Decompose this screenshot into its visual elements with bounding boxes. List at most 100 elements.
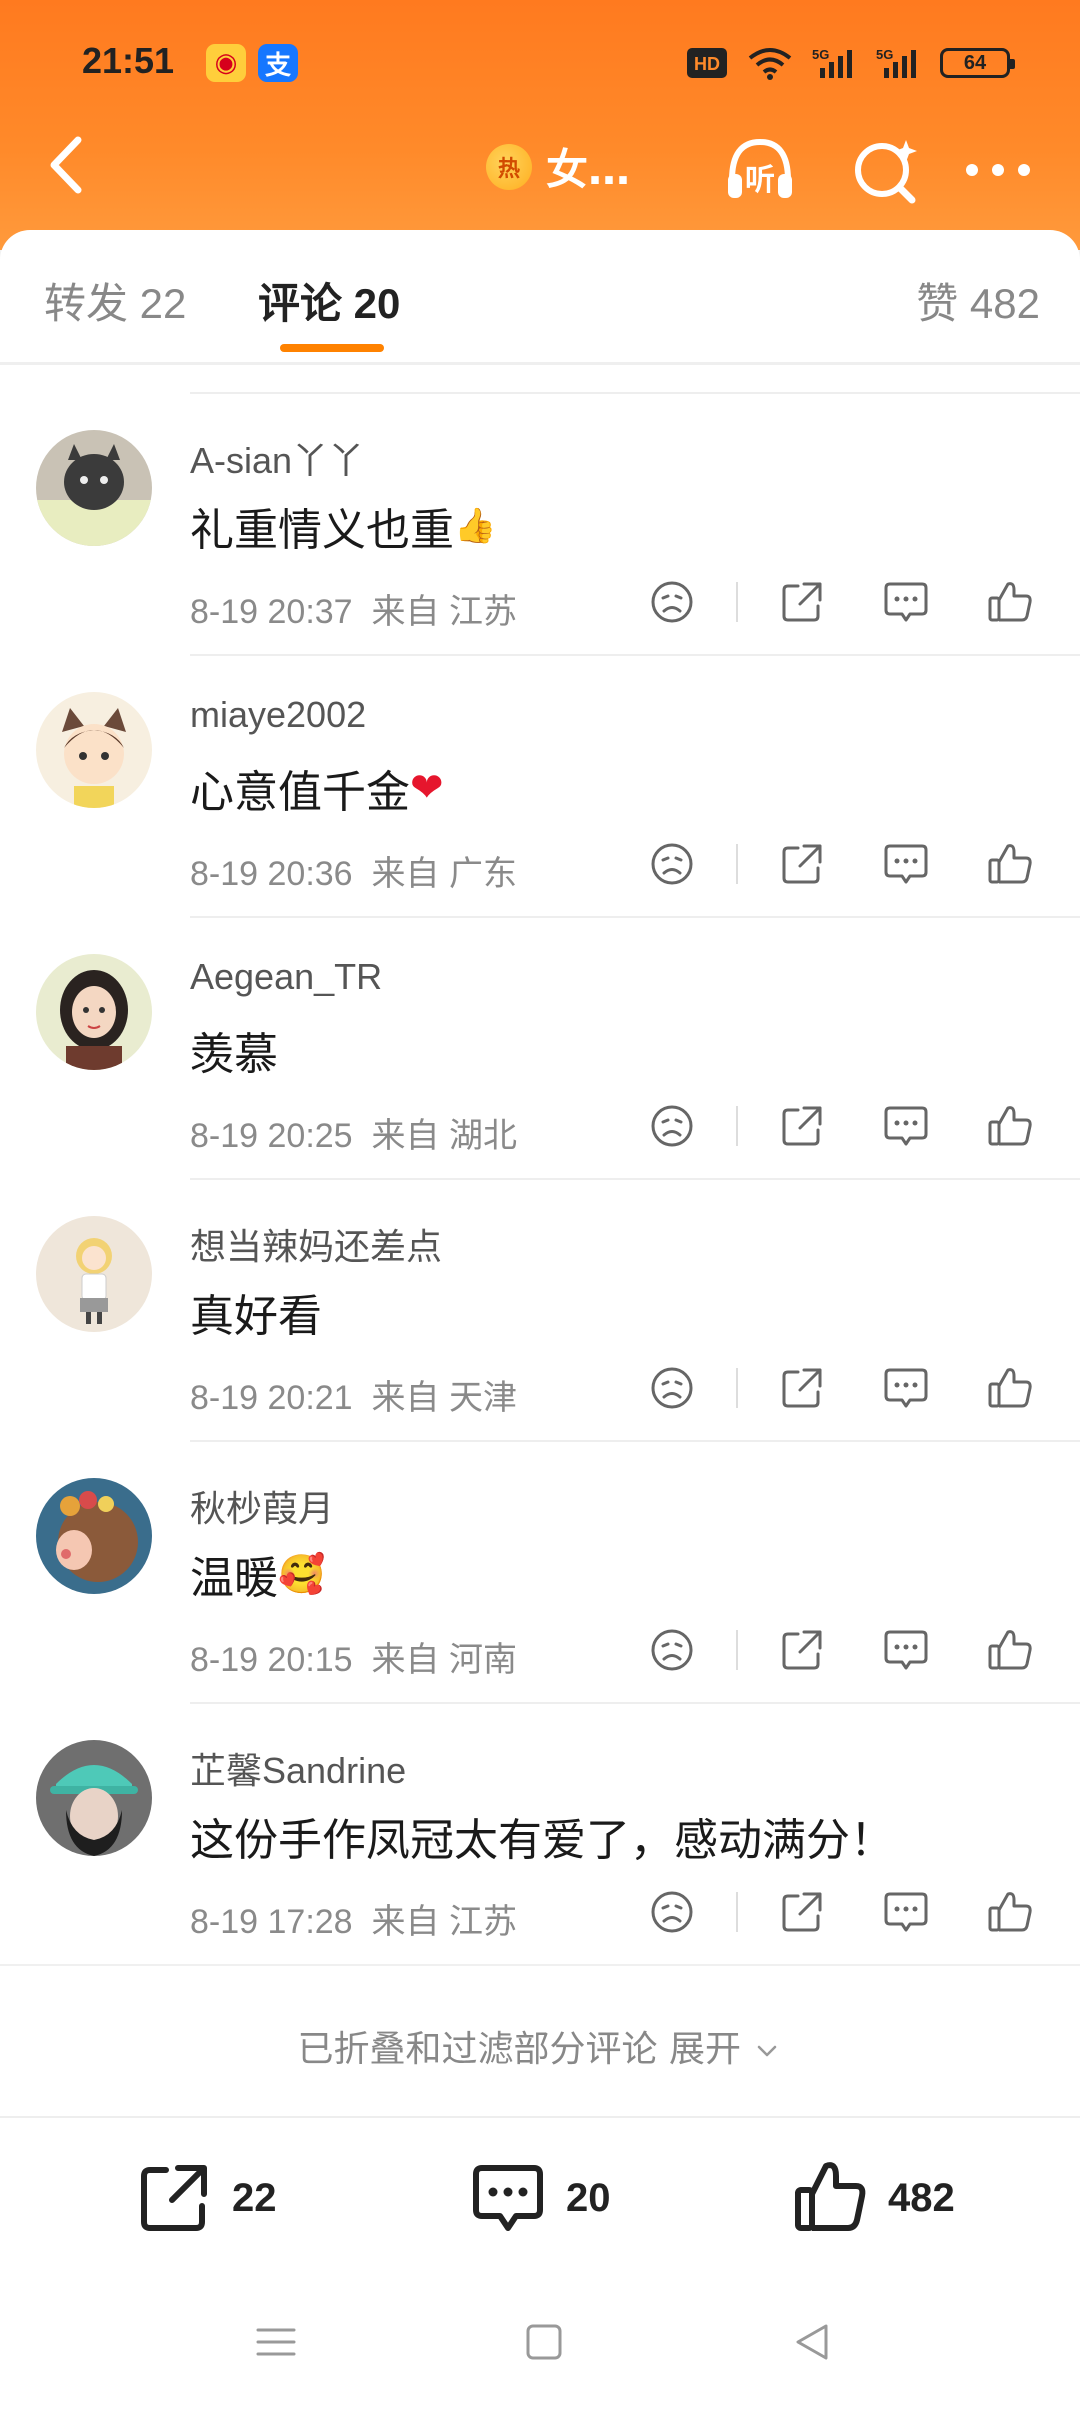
listen-button[interactable]: 听	[720, 130, 800, 210]
share-icon	[782, 1892, 822, 1932]
comment-bubble-icon	[473, 2165, 543, 2231]
dislike-button[interactable]	[646, 576, 698, 628]
dislike-button[interactable]	[646, 1624, 698, 1676]
chevron-left-icon	[50, 136, 82, 194]
comment-item[interactable]: A-sian丫丫 礼重情义也重 👍 8-19 20:37 来自 江苏	[0, 394, 1080, 656]
reply-button[interactable]	[880, 838, 932, 890]
more-dots-icon	[966, 164, 1030, 176]
tab-repost[interactable]: 转发 22	[44, 270, 186, 331]
thumbs-up-icon	[988, 582, 1032, 622]
comment-text: 温暖	[190, 1553, 278, 1604]
avatar[interactable]	[36, 1478, 152, 1594]
username[interactable]: A-sian丫丫	[190, 432, 364, 484]
share-icon	[782, 1368, 822, 1408]
username[interactable]: Aegean_TR	[190, 956, 382, 998]
comment-bubble-icon	[884, 1106, 928, 1146]
system-back-button[interactable]	[782, 2312, 842, 2372]
listen-label: 听	[745, 163, 775, 198]
like-button[interactable]	[984, 576, 1036, 628]
dislike-button[interactable]	[646, 1100, 698, 1152]
sad-face-icon	[651, 1629, 693, 1671]
svg-text:5G: 5G	[812, 47, 829, 62]
avatar[interactable]	[36, 692, 152, 808]
thumbs-up-emoji: 👍	[454, 506, 497, 546]
reply-button[interactable]	[880, 1362, 932, 1414]
username[interactable]: 想当辣妈还差点	[190, 1218, 442, 1270]
like-button[interactable]	[984, 1100, 1036, 1152]
comment-text: 礼重情义也重	[190, 505, 454, 556]
share-button[interactable]	[776, 1362, 828, 1414]
square-icon	[526, 2324, 562, 2360]
more-button[interactable]	[958, 130, 1038, 210]
dislike-button[interactable]	[646, 838, 698, 890]
comment-text-row: 羡慕	[190, 1018, 278, 1082]
like-action-button[interactable]: 482	[790, 2158, 955, 2238]
action-separator	[736, 1630, 738, 1670]
comment-bubble-icon	[884, 1368, 928, 1408]
like-button[interactable]	[984, 1624, 1036, 1676]
action-separator	[736, 1106, 738, 1146]
comment-meta: 8-19 20:25 来自 湖北	[190, 1108, 517, 1157]
comment-bubble-icon	[884, 1892, 928, 1932]
recent-apps-button[interactable]	[246, 2312, 306, 2372]
comment-item[interactable]: Aegean_TR 羡慕 8-19 20:25 来自 湖北	[0, 918, 1080, 1180]
share-button[interactable]	[776, 838, 828, 890]
share-button[interactable]	[776, 1886, 828, 1938]
dislike-button[interactable]	[646, 1886, 698, 1938]
comment-time: 8-19 17:28	[190, 1903, 353, 1941]
comment-item[interactable]: 想当辣妈还差点 真好看 8-19 20:21 来自 天津	[0, 1180, 1080, 1442]
comment-time: 8-19 20:36	[190, 855, 353, 893]
battery-icon: 64	[940, 48, 1015, 78]
share-button[interactable]	[776, 576, 828, 628]
collapse-row: 已折叠和过滤部分评论 展开	[0, 2020, 1080, 2072]
back-button[interactable]	[40, 130, 100, 200]
comment-text-row: 温暖 🥰	[190, 1542, 325, 1606]
like-button[interactable]	[984, 1362, 1036, 1414]
comment-item[interactable]: 秋杪葭月 温暖 🥰 8-19 20:15 来自 河南	[0, 1442, 1080, 1704]
comment-meta: 8-19 20:37 来自 江苏	[190, 584, 517, 633]
signal-5g-icon-1: 5G	[812, 46, 858, 80]
comment-text: 这份手作凤冠太有爱了，感动满分！	[190, 1815, 894, 1866]
menu-icon	[256, 2328, 296, 2356]
reply-button[interactable]	[880, 1886, 932, 1938]
comment-meta: 8-19 20:36 来自 广东	[190, 846, 517, 895]
comment-action-button[interactable]: 20	[468, 2158, 611, 2238]
reply-button[interactable]	[880, 576, 932, 628]
avatar[interactable]	[36, 430, 152, 546]
username[interactable]: 秋杪葭月	[190, 1480, 334, 1532]
collapse-text: 已折叠和过滤部分评论 展开	[297, 2029, 741, 2070]
comment-location: 来自 河南	[371, 1641, 517, 1679]
hd-icon: HD	[686, 47, 728, 79]
header-background: 21:51 ◉ 支 HD 5G 5G 64 热 女… 听	[0, 0, 1080, 250]
avatar[interactable]	[36, 1216, 152, 1332]
comment-bubble-icon	[884, 582, 928, 622]
topic-title[interactable]: 热 女…	[486, 136, 630, 197]
share-button[interactable]	[776, 1624, 828, 1676]
heart-emoji: ❤	[410, 765, 444, 811]
reply-button[interactable]	[880, 1100, 932, 1152]
share-icon	[782, 1630, 822, 1670]
dislike-button[interactable]	[646, 1362, 698, 1414]
like-button[interactable]	[984, 838, 1036, 890]
comment-text-row: 真好看	[190, 1280, 322, 1344]
tab-like[interactable]: 赞 482	[916, 270, 1040, 331]
comment-item[interactable]: miaye2002 心意值千金 ❤ 8-19 20:36 来自 广东	[0, 656, 1080, 918]
tab-comment[interactable]: 评论 20	[258, 270, 400, 331]
repost-action-button[interactable]: 22	[134, 2158, 277, 2238]
share-button[interactable]	[776, 1100, 828, 1152]
comment-bubble-icon	[884, 844, 928, 884]
avatar[interactable]	[36, 954, 152, 1070]
collapsed-comments-toggle[interactable]: 已折叠和过滤部分评论 展开	[0, 1966, 1080, 2116]
like-button[interactable]	[984, 1886, 1036, 1938]
username[interactable]: miaye2002	[190, 694, 366, 736]
home-button[interactable]	[514, 2312, 574, 2372]
comment-item[interactable]: 芷馨Sandrine 这份手作凤冠太有爱了，感动满分！ 8-19 17:28 来…	[0, 1704, 1080, 1966]
comment-location: 来自 江苏	[371, 593, 517, 631]
comment-text: 真好看	[190, 1291, 322, 1342]
weibo-app-icon: ◉	[206, 44, 246, 82]
avatar[interactable]	[36, 1740, 152, 1856]
search-button[interactable]	[846, 130, 926, 210]
username[interactable]: 芷馨Sandrine	[190, 1742, 406, 1794]
comment-bubble-icon	[884, 1630, 928, 1670]
reply-button[interactable]	[880, 1624, 932, 1676]
